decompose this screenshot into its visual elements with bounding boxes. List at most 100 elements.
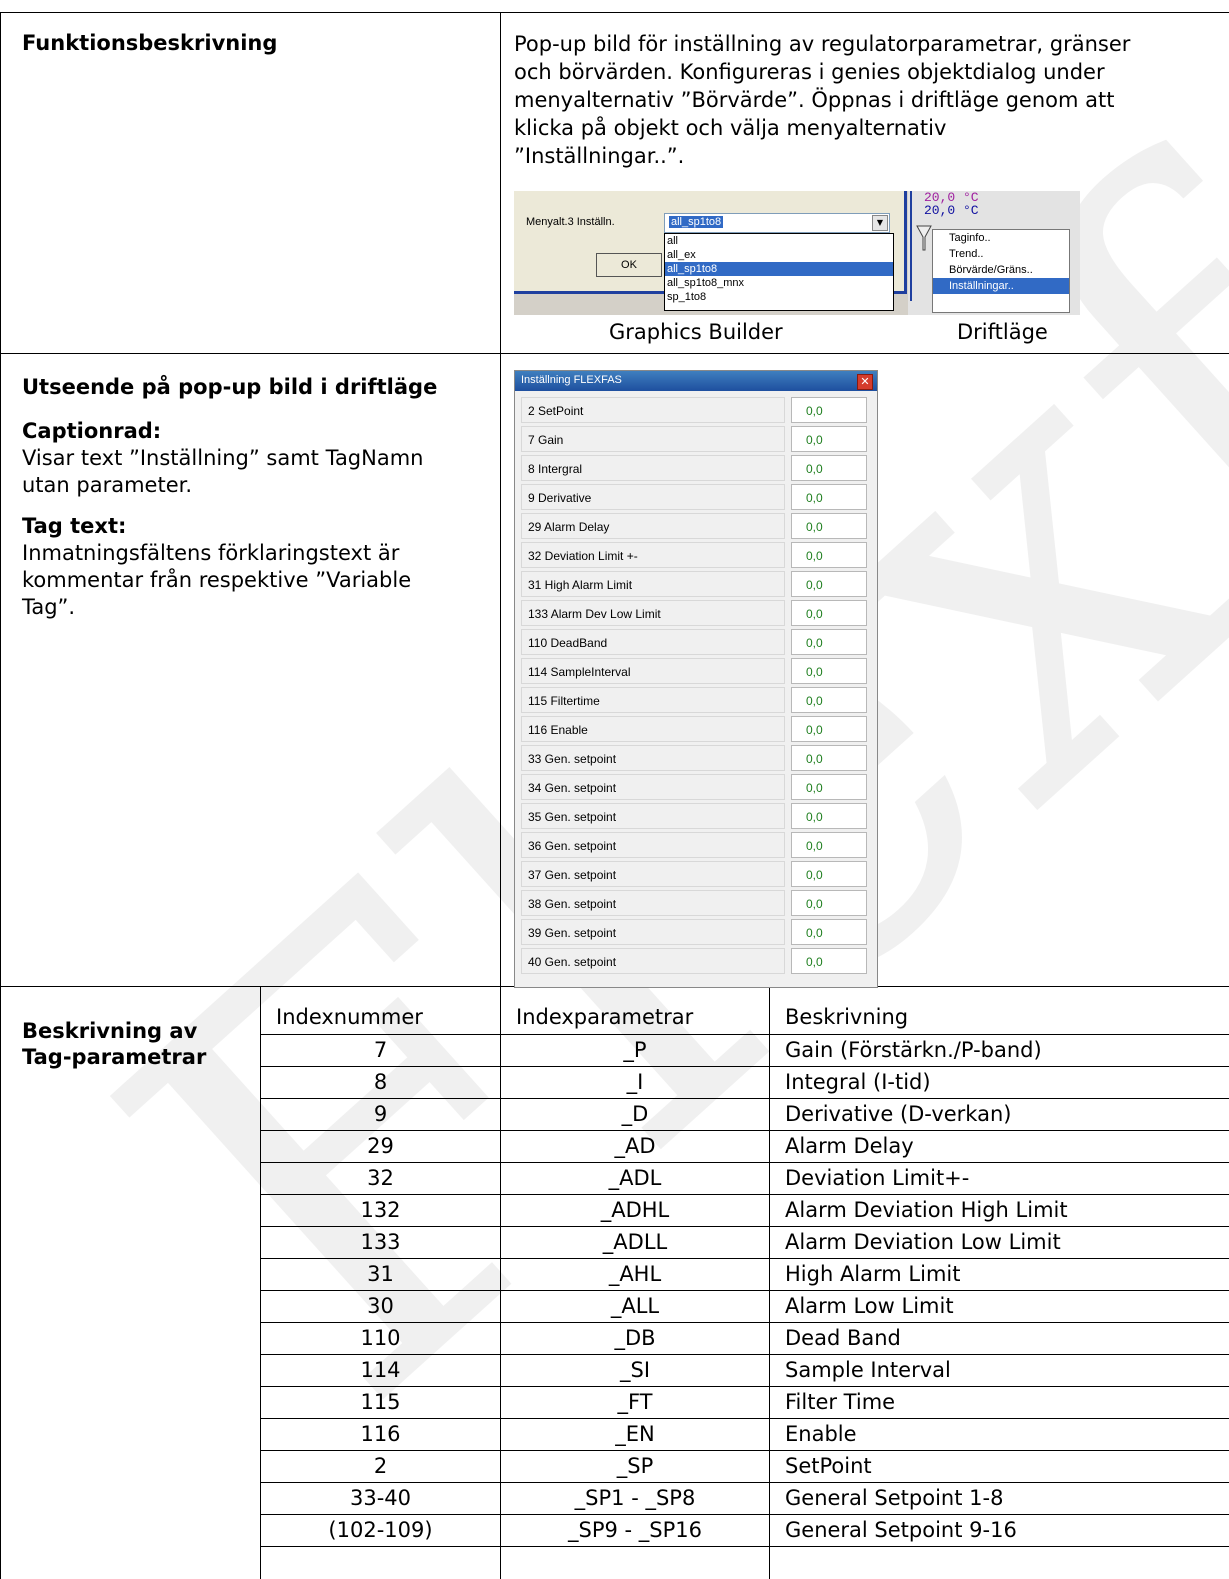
popup-row-input[interactable]: 0,0	[791, 861, 867, 887]
ok-button[interactable]: OK	[596, 253, 662, 277]
popup-row: 7 Gain 0,0	[521, 426, 869, 454]
popup-row-label: 7 Gain	[521, 426, 785, 452]
menu-item-installningar[interactable]: Inställningar..	[933, 278, 1069, 294]
popup-row: 114 SampleInterval 0,0	[521, 658, 869, 686]
menu-item-trend[interactable]: Trend..	[933, 246, 1069, 262]
table-cell-index: 7	[373, 1038, 388, 1062]
border-left	[0, 12, 1, 1579]
popup-row-input[interactable]: 0,0	[791, 484, 867, 510]
table-cell-param: _DB	[614, 1326, 656, 1350]
table-cell-desc: Alarm Deviation High Limit	[785, 1198, 1068, 1222]
popup-row: 29 Alarm Delay 0,0	[521, 513, 869, 541]
popup-row: 36 Gen. setpoint 0,0	[521, 832, 869, 860]
context-menu: Taginfo.. Trend.. Börvärde/Gräns.. Instä…	[932, 229, 1070, 313]
popup-row-input[interactable]: 0,0	[791, 745, 867, 771]
popup-row-label: 33 Gen. setpoint	[521, 745, 785, 771]
gb-option[interactable]: all	[665, 234, 893, 248]
popup-row-label: 2 SetPoint	[521, 397, 785, 423]
table-cell-index: 133	[360, 1230, 401, 1254]
table-cell-desc: Alarm Low Limit	[785, 1294, 954, 1318]
section1-heading: Funktionsbeskrivning	[22, 31, 278, 55]
popup-row-label: 116 Enable	[521, 716, 785, 742]
table-cell-desc: Dead Band	[785, 1326, 901, 1350]
gb-option[interactable]: sp_1to8	[665, 290, 893, 304]
section3-heading-2: Tag-parametrar	[22, 1045, 207, 1069]
popup-row: 9 Derivative 0,0	[521, 484, 869, 512]
popup-row-input[interactable]: 0,0	[791, 571, 867, 597]
popup-row-input[interactable]: 0,0	[791, 397, 867, 423]
table-cell-desc: Sample Interval	[785, 1358, 951, 1382]
table-cell-desc	[785, 1547, 1229, 1577]
popup-row-input[interactable]: 0,0	[791, 629, 867, 655]
close-icon[interactable]: ✕	[857, 374, 873, 390]
popup-row-input[interactable]: 0,0	[791, 774, 867, 800]
section3-heading-1: Beskrivning av	[22, 1019, 198, 1043]
popup-row-input[interactable]: 0,0	[791, 803, 867, 829]
popup-row-label: 110 DeadBand	[521, 629, 785, 655]
popup-row-input[interactable]: 0,0	[791, 455, 867, 481]
table-cell-param: _SP1 - _SP8	[574, 1486, 696, 1510]
table-cell-index: 33-40	[349, 1486, 412, 1510]
table-cell-desc: Integral (I-tid)	[785, 1070, 931, 1094]
popup-row: 32 Deviation Limit +- 0,0	[521, 542, 869, 570]
menu-item-taginfo[interactable]: Taginfo..	[933, 230, 1069, 246]
popup-row-input[interactable]: 0,0	[791, 513, 867, 539]
popup-row: 133 Alarm Dev Low Limit 0,0	[521, 600, 869, 628]
table-cell-desc: Alarm Delay	[785, 1134, 914, 1158]
table-cell-index: 114	[360, 1358, 401, 1382]
caption-driftlage: Driftläge	[957, 320, 1048, 344]
column-header: Indexparametrar	[516, 1005, 694, 1029]
value-readout: 20,0 °C	[924, 203, 979, 218]
settings-popup: Inställning FLEXFAS ✕ 2 SetPoint 0,0 7 Gai…	[514, 370, 878, 988]
border-row1	[0, 353, 1229, 354]
chevron-down-icon[interactable]: ▼	[872, 215, 888, 231]
table-cell-index: 115	[360, 1390, 401, 1414]
section1-desc-5: ”Inställningar..”.	[514, 144, 685, 168]
popup-row-input[interactable]: 0,0	[791, 687, 867, 713]
popup-title: Inställning FLEXFAS	[521, 374, 622, 386]
table-cell-index: 2	[373, 1454, 388, 1478]
gb-option-selected[interactable]: all_sp1to8	[665, 262, 893, 276]
popup-row-label: 32 Deviation Limit +-	[521, 542, 785, 568]
tagtext-text-3: Tag”.	[22, 595, 76, 619]
table-cell-param: _ALL	[610, 1294, 660, 1318]
gb-option[interactable]: all_ex	[665, 248, 893, 262]
table-cell-index	[261, 1547, 500, 1577]
section2-heading: Utseende på pop-up bild i driftläge	[22, 375, 438, 399]
border-top	[0, 12, 1229, 13]
popup-row-input[interactable]: 0,0	[791, 919, 867, 945]
captionrad-text-1: Visar text ”Inställning” samt TagNamn	[22, 446, 424, 470]
table-cell-param: _P	[623, 1038, 647, 1062]
table-cell-param: _I	[626, 1070, 644, 1094]
popup-titlebar[interactable]: Inställning FLEXFAS ✕	[515, 371, 877, 391]
gb-combo[interactable]: all_sp1to8 ▼	[664, 213, 890, 233]
popup-row-input[interactable]: 0,0	[791, 716, 867, 742]
popup-row-label: 38 Gen. setpoint	[521, 890, 785, 916]
popup-row-input[interactable]: 0,0	[791, 832, 867, 858]
section1-desc-1: Pop-up bild för inställning av regulator…	[514, 32, 1131, 56]
table-cell-param: _D	[621, 1102, 649, 1126]
popup-row-input[interactable]: 0,0	[791, 948, 867, 974]
popup-row-input[interactable]: 0,0	[791, 890, 867, 916]
gb-option[interactable]: all_sp1to8_mnx	[665, 276, 893, 290]
popup-row-input[interactable]: 0,0	[791, 542, 867, 568]
table-cell-index: 110	[360, 1326, 401, 1350]
divider	[910, 191, 912, 301]
popup-row-input[interactable]: 0,0	[791, 658, 867, 684]
table-cell-index: 9	[373, 1102, 388, 1126]
table-cell-index: 132	[360, 1198, 401, 1222]
popup-row-input[interactable]: 0,0	[791, 600, 867, 626]
gb-combo-value: all_sp1to8	[669, 216, 724, 228]
table-cell-index: 30	[367, 1294, 394, 1318]
popup-row-label: 37 Gen. setpoint	[521, 861, 785, 887]
valve-icon	[916, 225, 932, 251]
popup-row: 2 SetPoint 0,0	[521, 397, 869, 425]
table-cell-desc: Gain (Förstärkn./P-band)	[785, 1038, 1042, 1062]
table-cell-index: (102-109)	[328, 1518, 433, 1542]
table-cell-param: _SP9 - _SP16	[568, 1518, 702, 1542]
table-cell-param: _ADHL	[600, 1198, 670, 1222]
menu-item-borvarde[interactable]: Börvärde/Gräns..	[933, 262, 1069, 278]
popup-row: 116 Enable 0,0	[521, 716, 869, 744]
popup-row-input[interactable]: 0,0	[791, 426, 867, 452]
table-cell-index: 8	[373, 1070, 388, 1094]
